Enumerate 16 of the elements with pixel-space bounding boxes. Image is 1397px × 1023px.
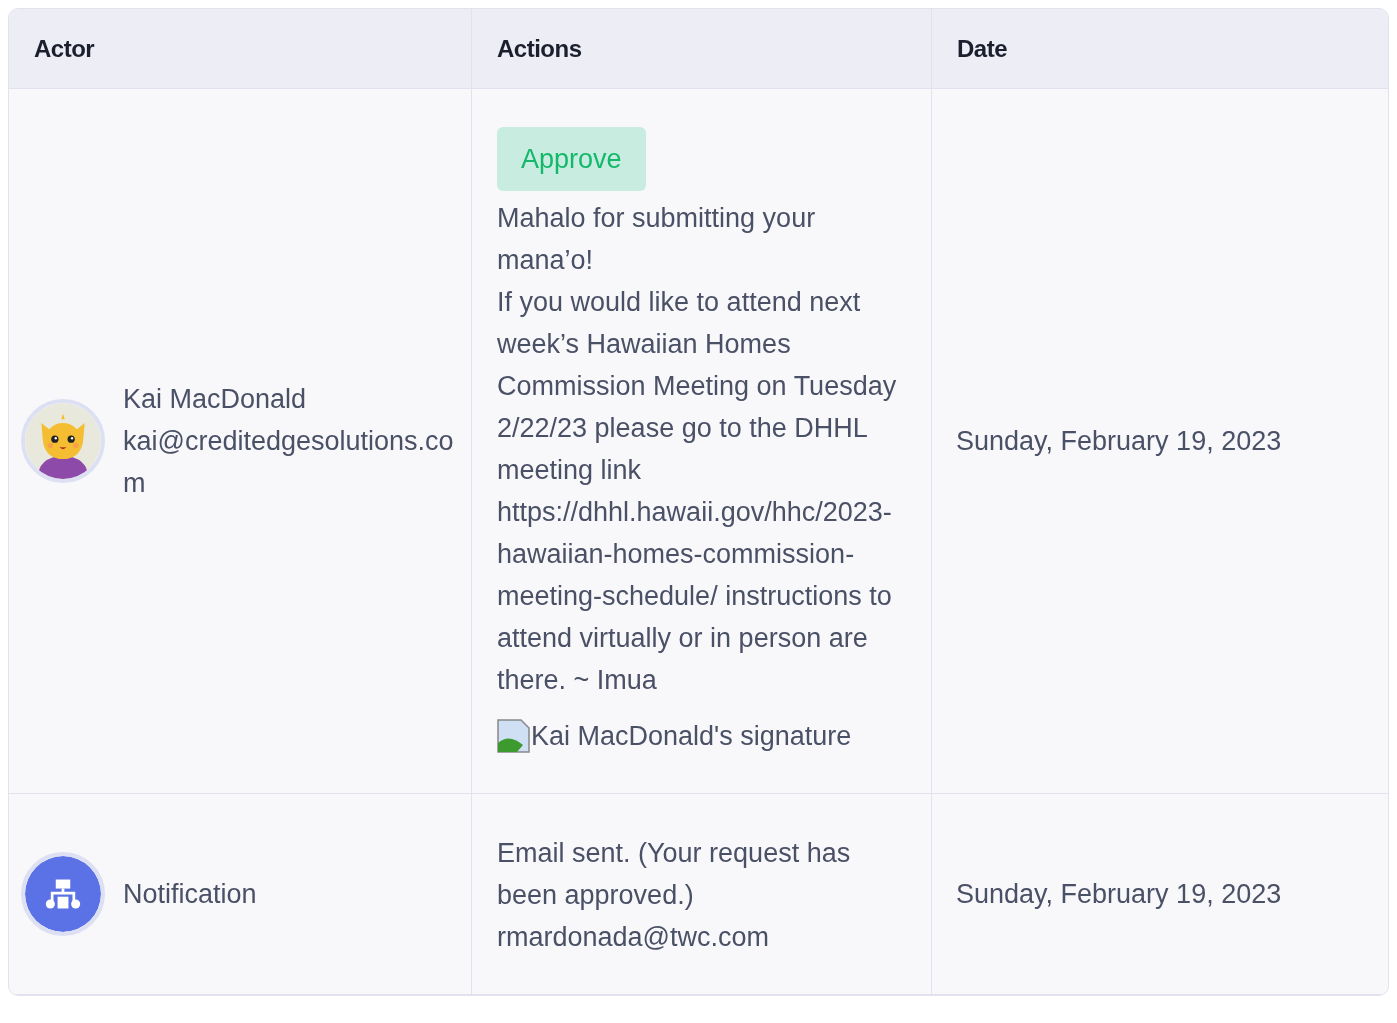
actor-name: Notification xyxy=(123,878,257,911)
column-header: Date xyxy=(931,9,1388,89)
cat-avatar-icon xyxy=(21,399,105,483)
actor-email: kai@creditedgesolutions.com xyxy=(123,425,455,500)
sitemap-icon xyxy=(21,852,105,936)
column-header: Actions xyxy=(471,9,931,89)
date-text: Sunday, February 19, 2023 xyxy=(931,794,1388,995)
message-text: Email sent. (Your request has been approved.) rmardonada@twc.com xyxy=(497,837,852,954)
message-text: If you would like to attend next week’s Hawaiian Homes Commission Meeting on Tuesday 2/22/23 please go to the DHHL meeting link https://dhhl.hawaii.gov/hhc/2023-hawaiian-homes-commission-meeting-schedule/ instructions to attend virtually or in person are there. ~ Imua xyxy=(497,286,898,697)
signature-alt-text: Kai MacDonald's signature xyxy=(531,720,852,753)
actor-name: Kai MacDonald xyxy=(123,383,308,416)
message-text: Mahalo for submitting your mana’o! xyxy=(497,202,817,277)
approve-button[interactable]: Approve xyxy=(497,127,646,191)
date-text: Sunday, February 19, 2023 xyxy=(931,89,1388,794)
broken-image-icon xyxy=(497,719,531,753)
column-header: Actor xyxy=(9,9,471,89)
